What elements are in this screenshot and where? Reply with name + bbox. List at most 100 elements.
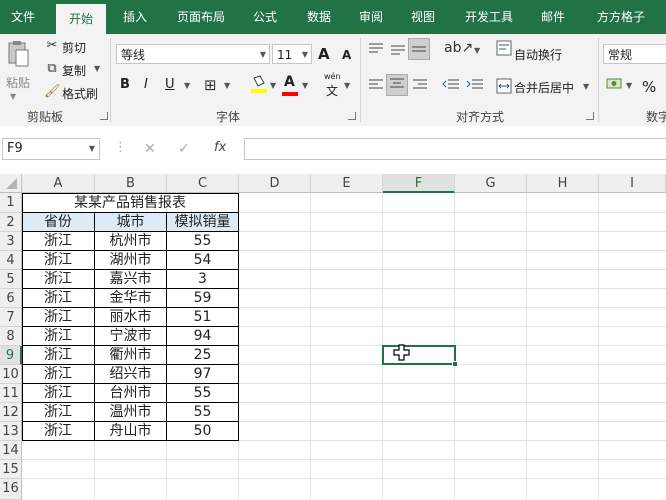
merge-center-icon[interactable] — [496, 78, 512, 98]
align-left-icon[interactable] — [368, 78, 384, 96]
column-header-f[interactable]: F — [383, 174, 455, 193]
copy-button[interactable]: 复制 — [62, 62, 86, 79]
name-box[interactable]: F9 ▼ — [2, 138, 100, 160]
row-header-11[interactable]: 11 — [0, 384, 22, 403]
row-header-7[interactable]: 7 — [0, 308, 22, 327]
format-painter-button[interactable]: 格式刷 — [62, 85, 98, 102]
table-cell[interactable]: 浙江 — [22, 232, 95, 251]
orientation-icon[interactable]: ab↗ — [444, 40, 473, 56]
row-header-9[interactable]: 9 — [0, 346, 22, 365]
paste-icon[interactable] — [6, 40, 30, 70]
table-cell[interactable]: 湖州市 — [95, 251, 167, 270]
column-header-a[interactable]: A — [22, 174, 95, 193]
percent-button[interactable]: % — [642, 78, 656, 96]
column-header-i[interactable]: I — [599, 174, 666, 193]
table-cell[interactable]: 54 — [167, 251, 239, 270]
number-format-select[interactable]: 常规 — [603, 44, 666, 64]
row-header-3[interactable]: 3 — [0, 232, 22, 251]
table-cell[interactable]: 金华市 — [95, 289, 167, 308]
column-header-h[interactable]: H — [527, 174, 599, 193]
table-cell[interactable]: 浙江 — [22, 422, 95, 441]
column-header-c[interactable]: C — [167, 174, 239, 193]
column-header-g[interactable]: G — [455, 174, 527, 193]
merge-center-button[interactable]: 合并后居中 — [514, 79, 574, 96]
tab-data[interactable]: 数据 — [298, 0, 340, 34]
tab-view[interactable]: 视图 — [402, 0, 444, 34]
bold-button[interactable]: B — [120, 77, 130, 92]
align-top-icon[interactable] — [368, 42, 384, 60]
copy-dropdown-icon[interactable]: ▼ — [94, 64, 100, 73]
increase-indent-icon[interactable] — [466, 78, 484, 96]
row-header-12[interactable]: 12 — [0, 403, 22, 422]
row-header-16[interactable]: 16 — [0, 479, 22, 500]
formula-input[interactable] — [244, 138, 666, 160]
header-province[interactable]: 省份 — [22, 213, 95, 232]
tab-home[interactable]: 开始 — [56, 4, 106, 34]
align-center-icon[interactable] — [386, 74, 408, 96]
fill-color-dropdown-icon[interactable]: ▼ — [270, 81, 276, 90]
tab-mailings[interactable]: 邮件 — [532, 0, 574, 34]
row-header-14[interactable]: 14 — [0, 441, 22, 460]
tab-insert[interactable]: 插入 — [112, 0, 158, 34]
table-cell[interactable]: 浙江 — [22, 403, 95, 422]
align-bottom-icon[interactable] — [408, 38, 430, 60]
font-launcher-icon[interactable] — [348, 112, 356, 120]
table-cell[interactable]: 杭州市 — [95, 232, 167, 251]
table-cell[interactable]: 浙江 — [22, 308, 95, 327]
table-cell[interactable]: 55 — [167, 384, 239, 403]
table-cell[interactable]: 舟山市 — [95, 422, 167, 441]
border-dropdown-icon[interactable]: ▼ — [224, 81, 230, 90]
header-city[interactable]: 城市 — [95, 213, 167, 232]
format-painter-icon[interactable]: 🖌 — [44, 84, 61, 99]
row-header-6[interactable]: 6 — [0, 289, 22, 308]
align-right-icon[interactable] — [412, 78, 428, 96]
row-header-10[interactable]: 10 — [0, 365, 22, 384]
table-cell[interactable]: 衢州市 — [95, 346, 167, 365]
row-header-8[interactable]: 8 — [0, 327, 22, 346]
table-cell[interactable]: 94 — [167, 327, 239, 346]
insert-function-icon[interactable]: fx — [214, 140, 226, 155]
align-middle-icon[interactable] — [390, 42, 406, 60]
italic-button[interactable]: I — [144, 77, 148, 92]
tab-review[interactable]: 审阅 — [350, 0, 392, 34]
merge-dropdown-icon[interactable]: ▼ — [583, 82, 589, 91]
font-color-dropdown-icon[interactable]: ▼ — [302, 81, 308, 90]
underline-button[interactable]: U — [165, 77, 175, 92]
row-header-1[interactable]: 1 — [0, 193, 22, 213]
table-cell[interactable]: 温州市 — [95, 403, 167, 422]
phonetic-pinyin[interactable]: wén — [324, 72, 341, 81]
phonetic-char[interactable]: 文 — [326, 82, 338, 99]
grow-font-button[interactable]: A — [318, 45, 330, 63]
cancel-icon[interactable]: ✕ — [144, 141, 156, 157]
column-header-b[interactable]: B — [95, 174, 167, 193]
cut-icon[interactable]: ✂ — [44, 38, 60, 53]
row-header-13[interactable]: 13 — [0, 422, 22, 441]
table-cell[interactable]: 51 — [167, 308, 239, 327]
row-header-4[interactable]: 4 — [0, 251, 22, 270]
table-cell[interactable]: 浙江 — [22, 384, 95, 403]
table-cell[interactable]: 台州市 — [95, 384, 167, 403]
font-size-select[interactable]: 11 ▼ — [272, 44, 312, 64]
table-cell[interactable]: 55 — [167, 232, 239, 251]
table-cell[interactable]: 浙江 — [22, 289, 95, 308]
paste-dropdown-icon[interactable]: ▼ — [10, 92, 16, 101]
column-header-e[interactable]: E — [311, 174, 383, 193]
row-header-15[interactable]: 15 — [0, 460, 22, 479]
table-title[interactable]: 某某产品销售报表 — [22, 193, 239, 213]
table-cell[interactable]: 宁波市 — [95, 327, 167, 346]
table-cell[interactable]: 97 — [167, 365, 239, 384]
border-icon[interactable]: ⊞ — [204, 76, 217, 94]
select-all-button[interactable] — [0, 174, 22, 193]
row-header-2[interactable]: 2 — [0, 213, 22, 232]
table-cell[interactable]: 浙江 — [22, 251, 95, 270]
currency-dropdown-icon[interactable]: ▼ — [626, 81, 632, 90]
currency-icon[interactable] — [606, 76, 624, 96]
table-cell[interactable]: 丽水市 — [95, 308, 167, 327]
fill-handle[interactable] — [452, 361, 458, 367]
header-sales[interactable]: 模拟销量 — [167, 213, 239, 232]
column-header-d[interactable]: D — [239, 174, 311, 193]
tab-developer[interactable]: 开发工具 — [456, 0, 522, 34]
alignment-launcher-icon[interactable] — [586, 112, 594, 120]
copy-icon[interactable]: ⧉ — [44, 61, 60, 76]
table-cell[interactable]: 25 — [167, 346, 239, 365]
